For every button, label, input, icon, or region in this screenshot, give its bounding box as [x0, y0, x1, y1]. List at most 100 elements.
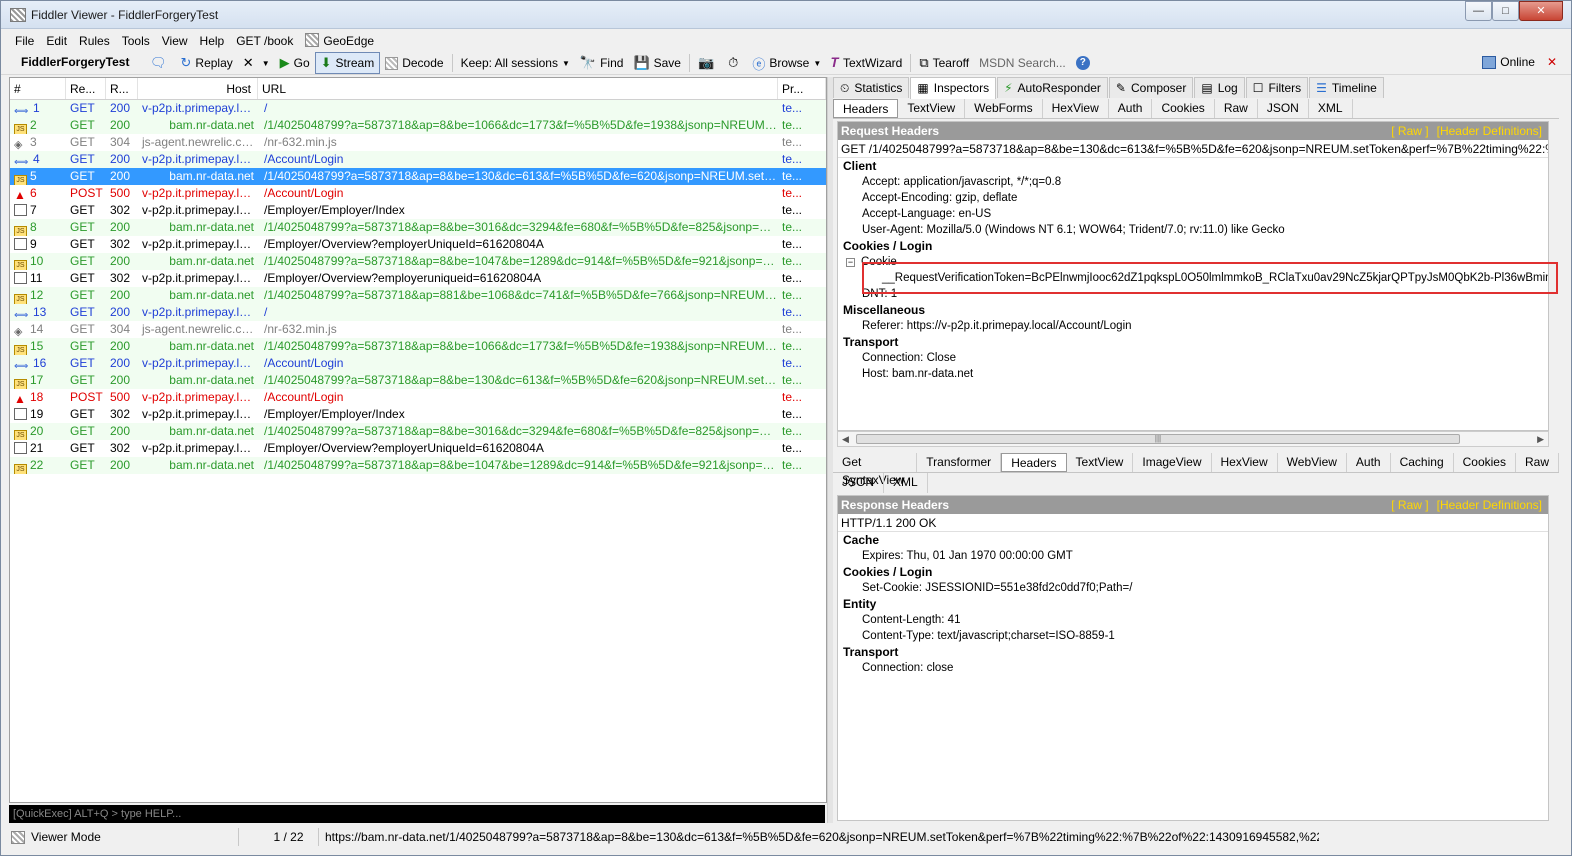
req-tab-xml[interactable]: XML — [1309, 99, 1353, 118]
find-button[interactable]: 🔭 Find — [575, 52, 629, 74]
session-row[interactable]: ⟺ 13 GET 200 v-p2p.it.primepay.local / te... — [10, 304, 826, 321]
viewer-mode-indicator[interactable]: Viewer Mode — [9, 828, 239, 846]
tab-filters[interactable]: ☐ Filters — [1245, 77, 1309, 98]
header-definitions-link[interactable]: [Header Definitions] — [1437, 498, 1542, 512]
request-horizontal-scrollbar[interactable]: ◀ ||| ▶ — [837, 431, 1549, 447]
session-row[interactable]: ⟺ 1 GET 200 v-p2p.it.primepay.local / te... — [10, 100, 826, 117]
menu-geoedge[interactable]: GeoEdge — [299, 32, 380, 50]
session-row[interactable]: JS 5 GET 200 bam.nr-data.net/1/4025048799?a=… — [10, 168, 826, 185]
decode-button[interactable]: Decode — [380, 52, 448, 74]
collapse-icon[interactable]: − — [846, 258, 855, 267]
keep-sessions-dropdown[interactable]: Keep: All sessions ▼ — [456, 52, 575, 74]
resp-tab-syntaxview[interactable]: Get SyntaxView — [833, 453, 918, 487]
session-row[interactable]: ◈ 3 GET 304 js-agent.newrelic.com/nr-632.min… — [10, 134, 826, 151]
session-row[interactable]: ⟺ 4 GET 200 v-p2p.it.primepay.local/Account/… — [10, 151, 826, 168]
scroll-right-icon[interactable]: ▶ — [1537, 432, 1544, 446]
remove-button[interactable]: ✕ ▼ — [238, 52, 275, 74]
col-header-status[interactable]: R... — [106, 78, 138, 99]
resp-tab-caching[interactable]: Caching — [1391, 453, 1454, 472]
session-row[interactable]: 11 GET 302 v-p2p.it.primepay.local/Employer… — [10, 270, 826, 287]
browse-button[interactable]: ⓔ Browse ▼ — [747, 52, 826, 74]
session-row[interactable]: JS 8 GET 200 bam.nr-data.net/1/4025048799?a=… — [10, 219, 826, 236]
session-row[interactable]: 7 GET 302 v-p2p.it.primepay.local/Employer/… — [10, 202, 826, 219]
quickexec-input[interactable]: [QuickExec] ALT+Q > type HELP... — [9, 805, 825, 823]
resp-tab-auth[interactable]: Auth — [1347, 453, 1391, 472]
resp-tab-headers[interactable]: Headers — [1001, 453, 1067, 472]
screenshot-button[interactable]: 📷 — [693, 52, 723, 74]
scroll-left-icon[interactable]: ◀ — [842, 432, 849, 446]
req-tab-hexview[interactable]: HexView — [1043, 99, 1109, 118]
close-toolbar-icon[interactable]: ✕ — [1547, 55, 1557, 69]
tab-timeline[interactable]: ☰ Timeline — [1309, 77, 1384, 98]
tab-autoresponder[interactable]: ⚡ AutoResponder — [997, 77, 1108, 98]
go-button[interactable]: ▶ Go — [275, 52, 315, 74]
resp-tab-xml[interactable]: XML — [884, 473, 928, 493]
raw-link[interactable]: [ Raw ] — [1391, 498, 1428, 512]
session-row[interactable]: JS 15 GET 200 bam.nr-data.net/1/4025048799?a… — [10, 338, 826, 355]
session-row[interactable]: ▲ 18 POST 500 v-p2p.it.primepay.local/Accoun… — [10, 389, 826, 406]
col-header-protocol[interactable]: Pr... — [778, 78, 826, 99]
scroll-thumb[interactable]: ||| — [856, 434, 1460, 444]
session-row[interactable]: 19 GET 302 v-p2p.it.primepay.local/Employer… — [10, 406, 826, 423]
menu-file[interactable]: File — [9, 32, 40, 50]
raw-link[interactable]: [ Raw ] — [1391, 124, 1428, 138]
menu-get-book[interactable]: GET /book — [230, 32, 299, 50]
tab-statistics[interactable]: ⏲ Statistics — [833, 77, 910, 98]
req-tab-json[interactable]: JSON — [1258, 99, 1309, 118]
req-tab-auth[interactable]: Auth — [1109, 99, 1153, 118]
req-tab-textview[interactable]: TextView — [898, 99, 966, 118]
session-row[interactable]: 21 GET 302 v-p2p.it.primepay.local/Employer… — [10, 440, 826, 457]
menu-rules[interactable]: Rules — [73, 32, 116, 50]
tab-log[interactable]: ▤ Log — [1194, 77, 1245, 98]
resp-tab-json[interactable]: JSON — [833, 473, 885, 493]
session-row[interactable]: 9 GET 302 v-p2p.it.primepay.local/Employer/… — [10, 236, 826, 253]
resp-tab-hexview[interactable]: HexView — [1212, 453, 1278, 472]
resp-tab-imageview[interactable]: ImageView — [1133, 453, 1212, 472]
resp-tab-cookies[interactable]: Cookies — [1454, 453, 1516, 472]
req-tab-raw[interactable]: Raw — [1215, 99, 1258, 118]
session-row[interactable]: JS 17 GET 200 bam.nr-data.net/1/4025048799?a… — [10, 372, 826, 389]
timer-button[interactable]: ⏱ — [723, 52, 747, 74]
session-row[interactable]: JS 2 GET 200 bam.nr-data.net/1/4025048799?a=… — [10, 117, 826, 134]
session-row[interactable]: JS 22 GET 200 bam.nr-data.net/1/4025048799?a… — [10, 457, 826, 474]
header-definitions-link[interactable]: [Header Definitions] — [1437, 124, 1542, 138]
resp-tab-textview[interactable]: TextView — [1067, 453, 1134, 472]
session-row[interactable]: ▲ 6 POST 500 v-p2p.it.primepay.local/Account… — [10, 185, 826, 202]
col-header-host[interactable]: Host — [138, 78, 258, 99]
resp-tab-raw[interactable]: Raw — [1516, 453, 1559, 472]
menu-view[interactable]: View — [156, 32, 194, 50]
close-window-button[interactable]: ✕ — [1519, 1, 1563, 21]
req-tab-cookies[interactable]: Cookies — [1152, 99, 1215, 118]
online-indicator[interactable]: Online ✕ — [1482, 55, 1557, 69]
stream-button[interactable]: ⬇ Stream — [314, 52, 381, 74]
col-header-url[interactable]: URL — [258, 78, 778, 99]
textwizard-button[interactable]: 𝑻 TextWizard — [826, 52, 907, 74]
session-row[interactable]: ⟺ 16 GET 200 v-p2p.it.primepay.local/Account… — [10, 355, 826, 372]
session-url: /1/4025048799?a=5873718&ap=881&be=1068&d… — [264, 288, 778, 302]
tearoff-button[interactable]: ⧉ Tearoff — [914, 52, 974, 74]
save-button[interactable]: 💾 Save — [628, 52, 686, 74]
msdn-search-input[interactable]: MSDN Search... — [974, 52, 1071, 74]
replay-button[interactable]: ↻ Replay — [176, 52, 238, 74]
resp-tab-webview[interactable]: WebView — [1278, 453, 1347, 472]
menu-edit[interactable]: Edit — [40, 32, 73, 50]
header-links: [ Raw ] [Header Definitions] — [1383, 496, 1542, 514]
session-row[interactable]: JS 10 GET 200 bam.nr-data.net/1/4025048799?a… — [10, 253, 826, 270]
session-row[interactable]: ◈ 14 GET 304 js-agent.newrelic.com/nr-632.mi… — [10, 321, 826, 338]
help-button[interactable]: ? — [1071, 52, 1095, 74]
maximize-button[interactable]: □ — [1492, 1, 1519, 21]
col-header-number[interactable]: # — [10, 78, 66, 99]
session-row[interactable]: JS 20 GET 200 bam.nr-data.net/1/4025048799?a… — [10, 423, 826, 440]
resp-tab-transformer[interactable]: Transformer — [917, 453, 1002, 472]
tab-inspectors[interactable]: ▦ Inspectors — [910, 77, 997, 99]
session-row[interactable]: JS 12 GET 200 bam.nr-data.net/1/4025048799?a… — [10, 287, 826, 304]
req-tab-headers[interactable]: Headers — [833, 99, 899, 118]
tab-composer[interactable]: ✎ Composer — [1108, 77, 1194, 98]
col-header-result[interactable]: Re... — [66, 78, 106, 99]
menu-tools[interactable]: Tools — [116, 32, 156, 50]
sessions-list[interactable]: # Re... R... Host URL Pr... ⟺ 1 GET 200 v-p2… — [9, 77, 827, 803]
req-tab-webforms[interactable]: WebForms — [965, 99, 1043, 118]
comment-button[interactable]: 🗨 — [145, 52, 176, 74]
minimize-button[interactable]: — — [1465, 1, 1492, 21]
menu-help[interactable]: Help — [194, 32, 231, 50]
